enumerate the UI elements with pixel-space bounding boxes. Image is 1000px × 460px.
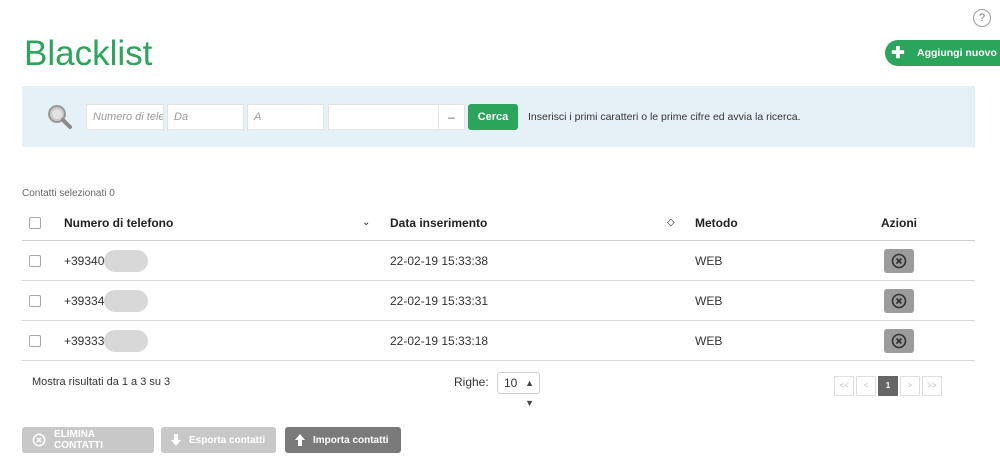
select-arrow-icon: – — [438, 105, 464, 129]
method-select[interactable]: – — [328, 104, 465, 130]
table-row: +39340 22-02-19 15:33:38 WEB — [22, 241, 975, 281]
actions-cell — [884, 321, 914, 360]
plus-icon: ✚ — [891, 45, 905, 62]
date-cell: 22-02-19 15:33:18 — [390, 333, 489, 348]
phone-number: +39334 — [64, 293, 105, 308]
delete-contacts-label: ELIMINA CONTATTI — [54, 429, 104, 451]
search-button[interactable]: Cerca — [468, 104, 518, 130]
actions-cell — [884, 241, 914, 280]
sort-date-icon[interactable]: ◇ — [667, 205, 675, 240]
blacklist-table: Numero di telefono ⌄ Data inserimento ◇ … — [22, 205, 975, 361]
row-checkbox[interactable] — [29, 254, 41, 267]
phone-cell: +39334 — [64, 281, 149, 320]
download-arrow-icon — [171, 434, 181, 446]
row-select-cell — [29, 241, 41, 280]
selected-count: Contatti selezionati 0 — [22, 188, 115, 199]
table-row: +39333 22-02-19 15:33:18 WEB — [22, 321, 975, 361]
help-icon[interactable]: ? — [973, 9, 991, 27]
method-cell: WEB — [695, 293, 723, 308]
close-circle-icon — [32, 433, 46, 447]
close-circle-icon — [891, 253, 907, 268]
method-cell: WEB — [695, 333, 723, 348]
add-new-label: Aggiungi nuovo — [917, 47, 997, 59]
page-current-button[interactable]: 1 — [878, 376, 898, 396]
row-checkbox[interactable] — [29, 294, 41, 307]
delete-row-button[interactable] — [884, 288, 914, 313]
close-circle-icon — [891, 293, 907, 308]
row-select-cell — [29, 321, 41, 360]
select-all-cell — [29, 205, 41, 240]
close-circle-icon — [891, 333, 907, 348]
delete-row-button[interactable] — [884, 248, 914, 273]
redacted-digits — [104, 249, 149, 272]
date-cell: 22-02-19 15:33:31 — [390, 293, 489, 308]
rows-per-page-label: Righe: — [454, 375, 489, 389]
page-last-button[interactable]: >> — [922, 376, 942, 396]
delete-contacts-button[interactable]: ELIMINA CONTATTI — [22, 427, 154, 453]
export-contacts-button[interactable]: Esporta contatti — [161, 427, 276, 453]
pagination: << < 1 > >> — [834, 376, 942, 396]
delete-row-button[interactable] — [884, 328, 914, 353]
actions-cell — [884, 281, 914, 320]
table-row: +39334 22-02-19 15:33:31 WEB — [22, 281, 975, 321]
column-header-actions: Azioni — [881, 215, 917, 230]
column-header-date[interactable]: Data inserimento — [390, 205, 487, 240]
page-first-button[interactable]: << — [834, 376, 854, 396]
phone-number: +39333 — [64, 333, 105, 348]
search-bar: Numero di telefono Da A – Cerca Inserisc… — [22, 86, 975, 147]
select-all-checkbox[interactable] — [29, 216, 41, 229]
column-header-method: Metodo — [695, 215, 738, 230]
redacted-digits — [104, 289, 149, 312]
search-icon — [48, 105, 72, 129]
redacted-digits — [104, 329, 149, 352]
method-cell: WEB — [695, 253, 723, 268]
date-from-input[interactable]: Da — [167, 104, 244, 130]
upload-arrow-icon — [295, 434, 305, 446]
row-select-cell — [29, 281, 41, 320]
row-checkbox[interactable] — [29, 334, 41, 347]
phone-search-input[interactable]: Numero di telefono — [86, 104, 164, 130]
phone-cell: +39340 — [64, 241, 149, 280]
results-info: Mostra risultati da 1 a 3 su 3 — [32, 376, 171, 388]
rows-per-page-value: 10 — [504, 376, 518, 390]
table-header: Numero di telefono ⌄ Data inserimento ◇ … — [22, 205, 975, 241]
page-title: Blacklist — [24, 34, 153, 73]
export-contacts-label: Esporta contatti — [189, 434, 266, 446]
column-header-phone[interactable]: Numero di telefono — [64, 205, 173, 240]
import-contacts-label: Importa contatti — [313, 434, 389, 446]
add-new-button[interactable]: ✚ Aggiungi nuovo — [885, 40, 1000, 66]
phone-number: +39340 — [64, 253, 105, 268]
sort-phone-icon[interactable]: ⌄ — [362, 205, 370, 240]
phone-cell: +39333 — [64, 321, 149, 360]
spinner-icon: ▲ ▼ — [525, 378, 534, 408]
import-contacts-button[interactable]: Importa contatti — [285, 427, 401, 453]
date-to-input[interactable]: A — [247, 104, 324, 130]
rows-per-page-select[interactable]: 10 ▲ ▼ — [497, 372, 540, 408]
search-hint: Inserisci i primi caratteri o le prime c… — [528, 111, 801, 123]
page-prev-button[interactable]: < — [856, 376, 876, 396]
page-next-button[interactable]: > — [900, 376, 920, 396]
date-cell: 22-02-19 15:33:38 — [390, 253, 489, 268]
